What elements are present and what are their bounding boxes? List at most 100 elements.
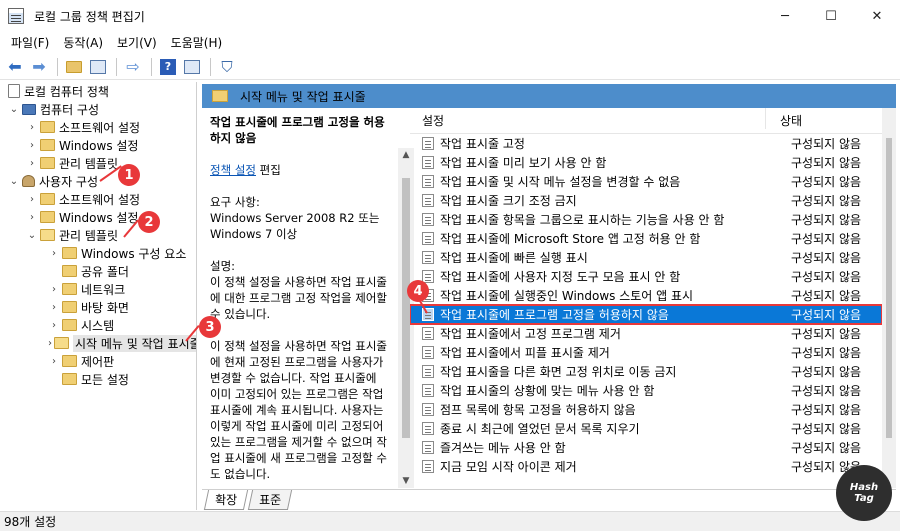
folder-icon — [62, 301, 77, 313]
scroll-thumb[interactable] — [402, 178, 410, 438]
tree-item-label: 시스템 — [81, 318, 115, 333]
tree-item[interactable]: › 시스템 — [0, 316, 196, 334]
tree-item[interactable]: › 시작 메뉴 및 작업 표시줄 — [0, 334, 196, 352]
setting-row[interactable]: 작업 표시줄 고정 구성되지 않음 — [410, 134, 882, 153]
setting-row[interactable]: 종료 시 최근에 열었던 문서 목록 지우기 구성되지 않음 — [410, 419, 882, 438]
setting-row[interactable]: 작업 표시줄에 빠른 실행 표시 구성되지 않음 — [410, 248, 882, 267]
chevron-right-icon[interactable]: › — [48, 284, 60, 295]
setting-row[interactable]: 작업 표시줄에 Microsoft Store 앱 고정 허용 안 함 구성되지 … — [410, 229, 882, 248]
chevron-right-icon[interactable]: › — [26, 140, 38, 151]
tree-item[interactable]: ⌄ 컴퓨터 구성 — [0, 100, 196, 118]
toolbar: ⬅ ➡ ⇨ ? ⛉ — [0, 54, 900, 80]
tree-item[interactable]: 모든 설정 — [0, 370, 196, 388]
tree-item[interactable]: › Windows 구성 요소 — [0, 244, 196, 262]
menu-help[interactable]: 도움말(H) — [164, 34, 230, 51]
setting-row[interactable]: 작업 표시줄에 실행중인 Windows 스토어 앱 표시 구성되지 않음 — [410, 286, 882, 305]
chevron-right-icon[interactable]: › — [48, 338, 52, 349]
policy-setting-icon — [422, 422, 434, 435]
back-button[interactable]: ⬅ — [4, 56, 26, 78]
tree-item[interactable]: › Windows 설정 — [0, 208, 196, 226]
tree-item[interactable]: › 관리 템플릿 — [0, 154, 196, 172]
folder-icon — [62, 247, 77, 259]
panel-header: 시작 메뉴 및 작업 표시줄 — [202, 84, 896, 108]
policy-settings-link[interactable]: 정책 설정 — [210, 163, 256, 177]
column-state[interactable]: 상태 — [765, 108, 880, 129]
setting-row[interactable]: 작업 표시줄 미리 보기 사용 안 함 구성되지 않음 — [410, 153, 882, 172]
setting-row[interactable]: 작업 표시줄의 상황에 맞는 메뉴 사용 안 함 구성되지 않음 — [410, 381, 882, 400]
tree-item[interactable]: ⌄ 사용자 구성 — [0, 172, 196, 190]
setting-row[interactable]: 지금 모임 시작 아이콘 제거 구성되지 않음 — [410, 457, 882, 476]
folder-icon — [40, 139, 55, 151]
scroll-thumb[interactable] — [886, 138, 892, 438]
tree-item[interactable]: ⌄ 관리 템플릿 — [0, 226, 196, 244]
tree-item-label: 컴퓨터 구성 — [40, 102, 100, 117]
help-button[interactable]: ? — [157, 56, 179, 78]
tree-item[interactable]: › 소프트웨어 설정 — [0, 118, 196, 136]
setting-row[interactable]: 작업 표시줄에 프로그램 고정을 허용하지 않음 구성되지 않음 — [410, 304, 882, 325]
forward-button[interactable]: ➡ — [28, 56, 50, 78]
close-button[interactable]: ✕ — [854, 0, 900, 32]
setting-row[interactable]: 점프 목록에 항목 고정을 허용하지 않음 구성되지 않음 — [410, 400, 882, 419]
setting-row[interactable]: 작업 표시줄을 다른 화면 고정 위치로 이동 금지 구성되지 않음 — [410, 362, 882, 381]
setting-name: 작업 표시줄에서 고정 프로그램 제거 — [440, 327, 621, 341]
tree-item[interactable]: › 제어판 — [0, 352, 196, 370]
column-setting[interactable]: ⌃ 설정 — [410, 112, 765, 129]
up-level-button[interactable] — [63, 56, 85, 78]
menu-action[interactable]: 동작(A) — [56, 34, 110, 51]
setting-row[interactable]: 작업 표시줄 크기 조정 금지 구성되지 않음 — [410, 191, 882, 210]
status-text: 98개 설정 — [4, 515, 57, 529]
setting-state: 구성되지 않음 — [791, 403, 862, 417]
chevron-down-icon[interactable]: ⌄ — [26, 230, 38, 241]
setting-name: 작업 표시줄 고정 — [440, 137, 525, 151]
tab-extended[interactable]: 확장 — [203, 490, 249, 510]
policy-setting-icon — [422, 365, 434, 378]
requirements-label: 요구 사항: — [210, 195, 260, 209]
setting-row[interactable]: 즐겨쓰는 메뉴 사용 안 함 구성되지 않음 — [410, 438, 882, 457]
folder-icon — [40, 121, 55, 133]
menu-file[interactable]: 파일(F) — [4, 34, 56, 51]
chevron-right-icon[interactable]: › — [26, 122, 38, 133]
maximize-button[interactable]: ☐ — [808, 0, 854, 32]
setting-name: 작업 표시줄 미리 보기 사용 안 함 — [440, 156, 607, 170]
setting-row[interactable]: 작업 표시줄에서 피플 표시줄 제거 구성되지 않음 — [410, 343, 882, 362]
tree-item[interactable]: › 네트워크 — [0, 280, 196, 298]
tab-standard[interactable]: 표준 — [247, 490, 293, 510]
chevron-right-icon[interactable]: › — [26, 158, 38, 169]
tree-item[interactable]: 공유 폴더 — [0, 262, 196, 280]
setting-row[interactable]: 작업 표시줄 항목을 그룹으로 표시하는 기능을 사용 안 함 구성되지 않음 — [410, 210, 882, 229]
list-scrollbar[interactable] — [882, 108, 896, 488]
menu-view[interactable]: 보기(V) — [110, 34, 164, 51]
minimize-button[interactable]: ─ — [762, 0, 808, 32]
export-list-button[interactable]: ⇨ — [122, 56, 144, 78]
tree-item-label: 바탕 화면 — [81, 300, 129, 315]
policy-setting-icon — [422, 175, 434, 188]
tree-item[interactable]: › Windows 설정 — [0, 136, 196, 154]
chevron-right-icon[interactable]: › — [48, 302, 60, 313]
properties-button[interactable] — [181, 56, 203, 78]
setting-name: 작업 표시줄의 상황에 맞는 메뉴 사용 안 함 — [440, 384, 655, 398]
tree-item-label: 모든 설정 — [81, 372, 129, 387]
tree-item[interactable]: 로컬 컴퓨터 정책 — [0, 82, 196, 100]
setting-row[interactable]: 작업 표시줄 및 시작 메뉴 설정을 변경할 수 없음 구성되지 않음 — [410, 172, 882, 191]
list-header: ⌃ 설정 상태 — [410, 108, 882, 134]
policy-setting-icon — [422, 156, 434, 169]
tree-item[interactable]: › 바탕 화면 — [0, 298, 196, 316]
chevron-right-icon[interactable]: › — [48, 248, 60, 259]
chevron-down-icon[interactable]: ⌄ — [8, 176, 20, 187]
chevron-right-icon[interactable]: › — [26, 212, 38, 223]
filter-button[interactable]: ⛉ — [216, 56, 238, 78]
setting-name: 작업 표시줄에 Microsoft Store 앱 고정 허용 안 함 — [440, 232, 701, 246]
setting-row[interactable]: 작업 표시줄에 사용자 지정 도구 모음 표시 안 함 구성되지 않음 — [410, 267, 882, 286]
show-hide-tree-button[interactable] — [87, 56, 109, 78]
tree-item[interactable]: › 소프트웨어 설정 — [0, 190, 196, 208]
chevron-right-icon[interactable]: › — [48, 356, 60, 367]
tree-item-label: 공유 폴더 — [81, 264, 129, 279]
requirements-text: Windows Server 2008 R2 또는 Windows 7 이상 — [210, 211, 380, 241]
setting-name: 작업 표시줄 및 시작 메뉴 설정을 변경할 수 없음 — [440, 175, 681, 189]
setting-row[interactable]: 작업 표시줄에서 고정 프로그램 제거 구성되지 않음 — [410, 324, 882, 343]
chevron-right-icon[interactable]: › — [26, 194, 38, 205]
chevron-right-icon[interactable]: › — [48, 320, 60, 331]
chevron-down-icon[interactable]: ⌄ — [8, 104, 20, 115]
callout-4: 4 — [407, 280, 429, 302]
policy-editor-icon — [8, 8, 24, 24]
